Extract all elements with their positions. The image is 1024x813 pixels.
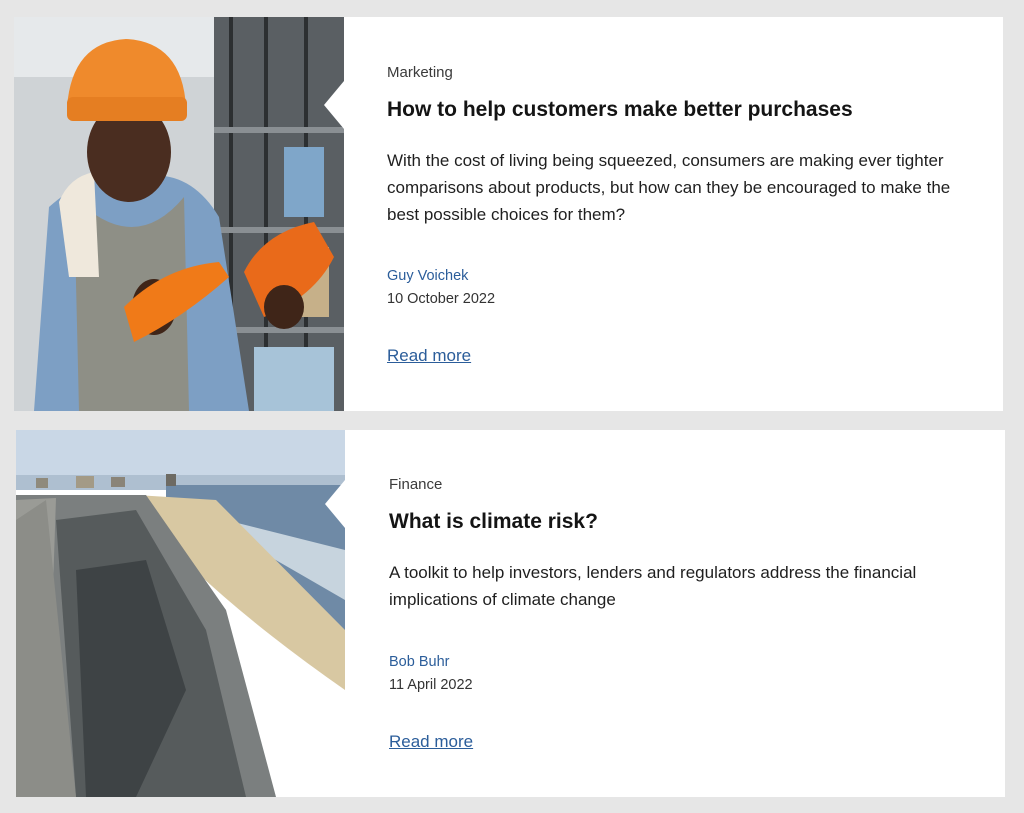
- article-card: Finance What is climate risk? A toolkit …: [16, 430, 1005, 797]
- article-title[interactable]: How to help customers make better purcha…: [387, 98, 853, 122]
- article-image-shopper[interactable]: [14, 17, 344, 411]
- article-card: Marketing How to help customers make bet…: [14, 17, 1003, 411]
- article-summary: With the cost of living being squeezed, …: [387, 151, 951, 224]
- article-category: Marketing: [387, 64, 453, 81]
- article-summary: A toolkit to help investors, lenders and…: [389, 563, 917, 609]
- coastline-photo: [16, 430, 345, 797]
- shopper-photo: [14, 17, 344, 411]
- read-more-link[interactable]: Read more: [387, 346, 471, 366]
- article-author-link[interactable]: Guy Voichek: [387, 268, 468, 284]
- article-title[interactable]: What is climate risk?: [389, 510, 598, 534]
- image-pointer: [325, 480, 345, 528]
- article-content: Finance What is climate risk? A toolkit …: [389, 430, 1005, 797]
- article-author-link[interactable]: Bob Buhr: [389, 654, 449, 670]
- image-pointer: [324, 81, 344, 129]
- article-category: Finance: [389, 476, 443, 493]
- article-date: 11 April 2022: [389, 677, 473, 693]
- article-date: 10 October 2022: [387, 291, 496, 307]
- article-content: Marketing How to help customers make bet…: [387, 17, 1003, 411]
- read-more-link[interactable]: Read more: [389, 732, 473, 752]
- article-image-coastline[interactable]: [16, 430, 345, 797]
